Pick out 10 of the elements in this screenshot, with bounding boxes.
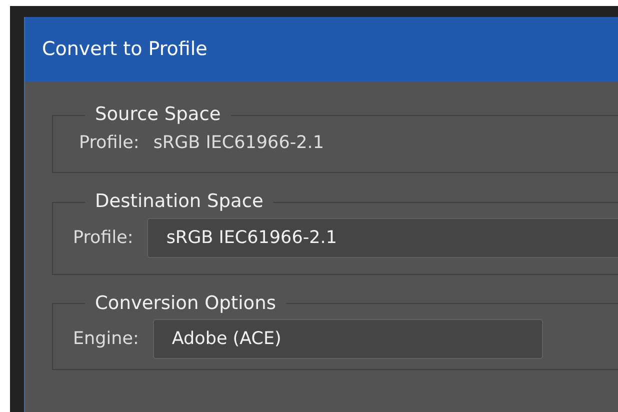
profile-value: sRGB IEC61966-2.1 <box>153 132 324 156</box>
dialog-title: Convert to Profile <box>25 17 618 82</box>
group-legend: Destination Space <box>85 191 274 214</box>
profile-label: Profile: <box>79 132 140 156</box>
group-legend: Conversion Options <box>85 292 286 316</box>
profile-dropdown[interactable]: sRGB IEC61966-2.1 <box>147 218 618 258</box>
engine-label: Engine: <box>73 328 139 352</box>
group-legend: Source Space <box>85 104 231 126</box>
engine-dropdown[interactable]: Adobe (ACE) <box>152 319 543 360</box>
profile-label: Profile: <box>73 226 134 250</box>
